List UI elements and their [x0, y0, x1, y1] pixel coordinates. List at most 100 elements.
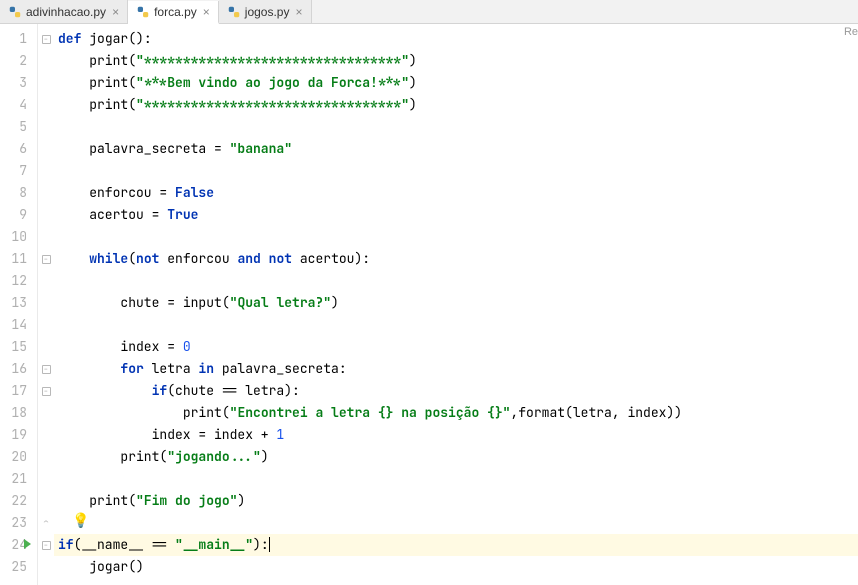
code-line[interactable]: for letra in palavra_secreta: — [54, 358, 858, 380]
text-caret — [269, 537, 270, 552]
line-number: 2 — [0, 50, 37, 72]
python-file-icon — [136, 5, 150, 19]
fold-cell[interactable]: ⌃ — [38, 512, 54, 534]
line-number: 15 — [0, 336, 37, 358]
close-icon[interactable]: × — [112, 6, 119, 18]
line-number: 1 — [0, 28, 37, 50]
code-line[interactable] — [54, 226, 858, 248]
python-file-icon — [227, 5, 241, 19]
fold-cell — [38, 116, 54, 138]
line-number: 25 — [0, 556, 37, 578]
code-line[interactable] — [54, 512, 858, 534]
fold-cell — [38, 314, 54, 336]
fold-cell — [38, 138, 54, 160]
code-line[interactable]: enforcou = False — [54, 182, 858, 204]
tab-label: jogos.py — [245, 5, 290, 19]
tab-forca[interactable]: forca.py × — [128, 1, 219, 24]
line-number: 9 — [0, 204, 37, 226]
code-line[interactable]: acertou = True — [54, 204, 858, 226]
fold-cell — [38, 160, 54, 182]
close-icon[interactable]: × — [203, 6, 210, 18]
code-line[interactable]: index = 0 — [54, 336, 858, 358]
python-file-icon — [8, 5, 22, 19]
code-line[interactable]: jogar() — [54, 556, 858, 578]
fold-cell[interactable]: − — [38, 380, 54, 402]
code-line[interactable]: index = index + 1 — [54, 424, 858, 446]
line-number: 19 — [0, 424, 37, 446]
fold-toggle-icon[interactable]: − — [42, 541, 51, 550]
fold-cell — [38, 50, 54, 72]
fold-cell[interactable]: − — [38, 358, 54, 380]
code-line[interactable] — [54, 160, 858, 182]
fold-cell — [38, 446, 54, 468]
line-number: 11 — [0, 248, 37, 270]
line-number: 22 — [0, 490, 37, 512]
line-number: 20 — [0, 446, 37, 468]
fold-toggle-icon[interactable]: − — [42, 387, 51, 396]
code-line[interactable] — [54, 314, 858, 336]
fold-cell[interactable]: − — [38, 28, 54, 50]
fold-cell — [38, 204, 54, 226]
line-number: 17 — [0, 380, 37, 402]
code-line[interactable]: def jogar(): — [54, 28, 858, 50]
fold-cell — [38, 556, 54, 578]
tab-label: adivinhacao.py — [26, 5, 106, 19]
fold-cell — [38, 336, 54, 358]
code-line[interactable]: print("*********************************… — [54, 50, 858, 72]
fold-column: − − − − ⌃ − — [38, 24, 54, 585]
run-gutter-icon[interactable] — [24, 539, 31, 549]
code-line[interactable]: if(chute == letra): — [54, 380, 858, 402]
code-area[interactable]: def jogar(): print("********************… — [54, 24, 858, 585]
fold-cell — [38, 402, 54, 424]
line-number: 7 — [0, 160, 37, 182]
fold-cell — [38, 226, 54, 248]
code-line[interactable]: chute = input("Qual letra?") — [54, 292, 858, 314]
fold-cell[interactable]: − — [38, 248, 54, 270]
fold-cell — [38, 182, 54, 204]
fold-cell — [38, 94, 54, 116]
line-number: 23 — [0, 512, 37, 534]
code-line[interactable] — [54, 270, 858, 292]
line-number-gutter: 1234567891011121314151617181920212223242… — [0, 24, 38, 585]
line-number: 10 — [0, 226, 37, 248]
fold-cell — [38, 270, 54, 292]
fold-toggle-icon[interactable]: − — [42, 255, 51, 264]
code-line[interactable]: print("*********************************… — [54, 94, 858, 116]
line-number: 16 — [0, 358, 37, 380]
line-number: 21 — [0, 468, 37, 490]
tab-adivinhacao[interactable]: adivinhacao.py × — [0, 0, 128, 23]
code-line[interactable] — [54, 116, 858, 138]
fold-toggle-icon[interactable]: − — [42, 35, 51, 44]
code-line[interactable]: print("Encontrei a letra {} na posição {… — [54, 402, 858, 424]
intention-bulb-icon[interactable]: 💡 — [72, 512, 89, 530]
code-editor[interactable]: 1234567891011121314151617181920212223242… — [0, 24, 858, 585]
line-number: 14 — [0, 314, 37, 336]
code-line[interactable]: print("Fim do jogo") — [54, 490, 858, 512]
fold-cell — [38, 72, 54, 94]
line-number: 13 — [0, 292, 37, 314]
line-number: 6 — [0, 138, 37, 160]
line-number: 5 — [0, 116, 37, 138]
fold-toggle-icon[interactable]: − — [42, 365, 51, 374]
fold-cell[interactable]: − — [38, 534, 54, 556]
editor-tabbar: adivinhacao.py × forca.py × jogos.py × — [0, 0, 858, 24]
tab-label: forca.py — [154, 5, 197, 19]
code-line[interactable]: palavra_secreta = "banana" — [54, 138, 858, 160]
close-icon[interactable]: × — [295, 6, 302, 18]
fold-cell — [38, 292, 54, 314]
code-line[interactable]: print("***Bem vindo ao jogo da Forca!***… — [54, 72, 858, 94]
fold-cell — [38, 490, 54, 512]
fold-cell — [38, 468, 54, 490]
line-number: 4 — [0, 94, 37, 116]
code-line[interactable] — [54, 468, 858, 490]
fold-cell — [38, 424, 54, 446]
line-number: 24 — [0, 534, 37, 556]
line-number: 8 — [0, 182, 37, 204]
code-line[interactable]: if(__name__ == "__main__"): — [54, 534, 858, 556]
code-line[interactable]: print("jogando...") — [54, 446, 858, 468]
line-number: 12 — [0, 270, 37, 292]
line-number: 3 — [0, 72, 37, 94]
tab-jogos[interactable]: jogos.py × — [219, 0, 312, 23]
line-number: 18 — [0, 402, 37, 424]
code-line[interactable]: while(not enforcou and not acertou): — [54, 248, 858, 270]
